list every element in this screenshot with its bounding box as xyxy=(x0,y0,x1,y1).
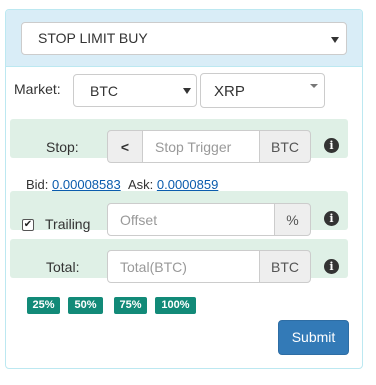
percent-50-button[interactable]: 50% xyxy=(68,297,103,314)
chevron-down-icon xyxy=(310,84,318,88)
total-unit: BTC xyxy=(259,250,311,283)
percent-75-button[interactable]: 75% xyxy=(114,297,147,314)
order-type-value: STOP LIMIT BUY xyxy=(38,30,148,46)
stop-trigger-input[interactable]: Stop Trigger xyxy=(142,130,260,163)
percent-25-button[interactable]: 25% xyxy=(27,297,60,314)
info-icon[interactable]: i xyxy=(324,259,339,274)
market-label: Market: xyxy=(14,81,61,97)
chevron-down-icon xyxy=(183,88,191,94)
chevron-down-icon xyxy=(331,37,339,43)
stop-unit: BTC xyxy=(259,130,311,163)
bid-label: Bid: xyxy=(26,177,49,192)
offset-input[interactable]: Offset xyxy=(107,203,275,236)
ask-value-link[interactable]: 0.0000859 xyxy=(157,177,218,192)
quote-currency-select[interactable]: XRP xyxy=(200,73,325,108)
stop-label: Stop: xyxy=(46,139,79,155)
base-currency-select[interactable]: BTC xyxy=(73,74,197,107)
total-label: Total: xyxy=(46,259,80,275)
trailing-label: Trailing xyxy=(45,216,91,232)
quote-currency-value: XRP xyxy=(214,83,245,100)
info-icon[interactable]: i xyxy=(324,211,339,226)
submit-button[interactable]: Submit xyxy=(278,320,349,355)
trailing-checkbox[interactable]: ✔ xyxy=(22,219,34,231)
order-type-select[interactable]: STOP LIMIT BUY xyxy=(21,22,347,55)
panel-heading: STOP LIMIT BUY xyxy=(6,10,362,67)
stop-direction-button[interactable]: < xyxy=(107,130,143,163)
percent-100-button[interactable]: 100% xyxy=(155,297,196,314)
base-currency-value: BTC xyxy=(90,83,118,99)
bid-ask-line: Bid: 0.00008583 Ask: 0.0000859 xyxy=(26,177,218,192)
offset-unit: % xyxy=(274,203,311,236)
bid-value-link[interactable]: 0.00008583 xyxy=(52,177,121,192)
ask-label: Ask: xyxy=(127,177,154,192)
info-icon[interactable]: i xyxy=(324,138,339,153)
total-input[interactable]: Total(BTC) xyxy=(107,250,260,283)
